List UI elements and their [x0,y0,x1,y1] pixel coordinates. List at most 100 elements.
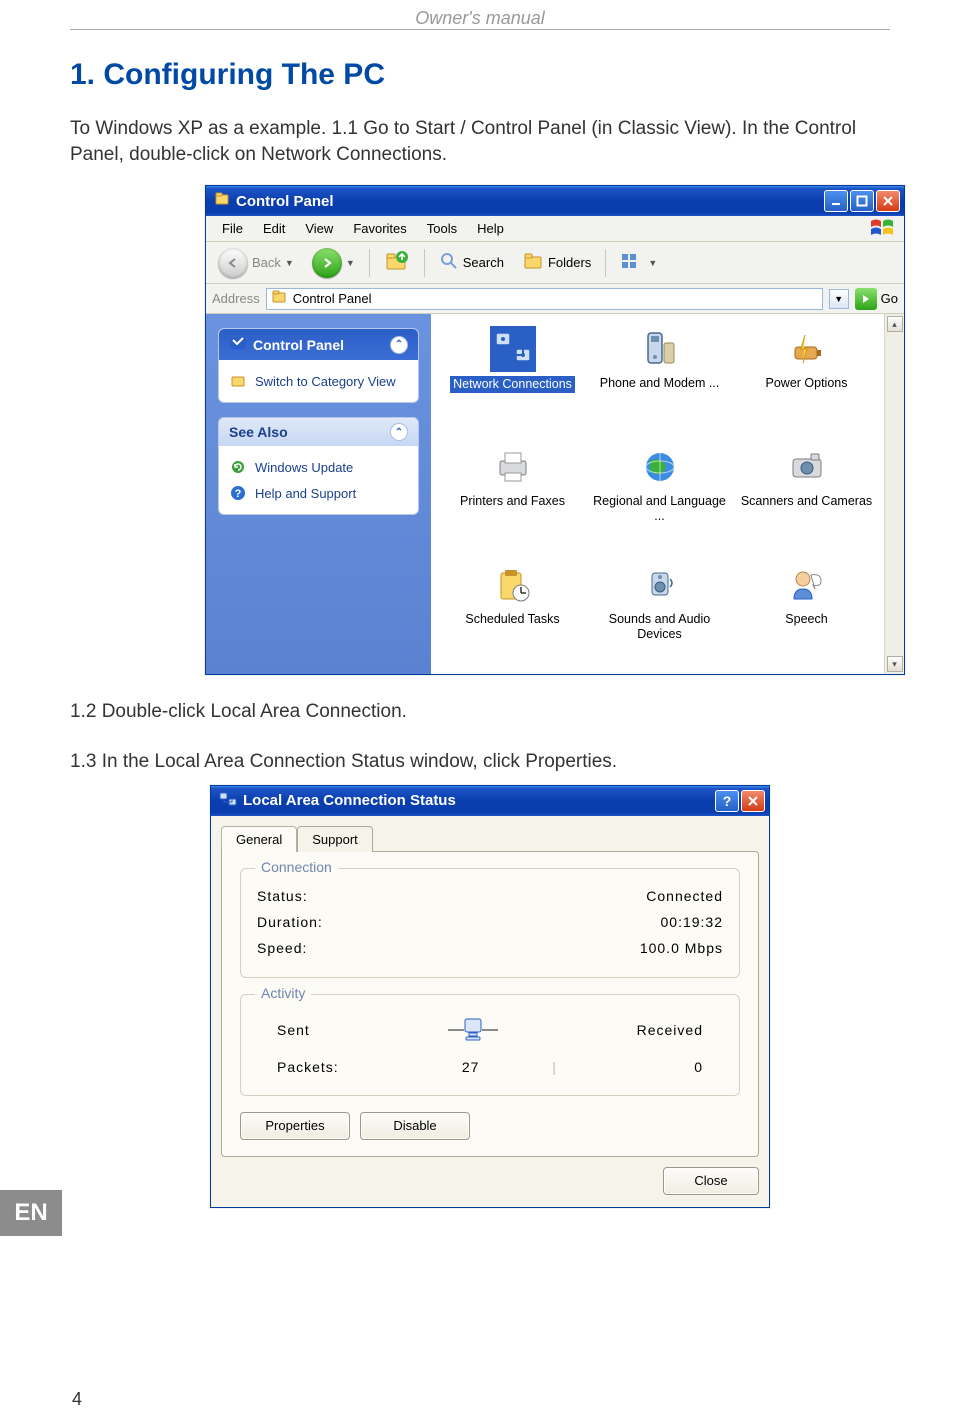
section-heading: 1. Configuring The PC [70,58,890,92]
help-support-link[interactable]: ? Help and Support [229,480,408,506]
tab-general[interactable]: General [221,826,297,852]
camera-icon [784,444,830,490]
cp-item-label: Scanners and Cameras [741,494,872,509]
minimize-button[interactable] [824,190,848,212]
collapse-icon[interactable]: ⌃ [390,423,408,441]
toolbar-separator [424,249,425,277]
header-title: Owner's manual [415,8,545,28]
sound-icon [637,562,683,608]
back-button[interactable]: Back ▼ [212,245,300,281]
cp-item-speech[interactable]: Speech [733,558,880,674]
cp-item-phone[interactable]: Phone and Modem ... [586,322,733,440]
menu-view[interactable]: View [295,219,343,238]
cp-item-printer[interactable]: Printers and Faxes [439,440,586,558]
printer-icon [490,444,536,490]
chevron-down-icon: ▼ [346,258,355,268]
folders-label: Folders [548,255,591,270]
svg-text:?: ? [235,488,242,500]
switch-view-label: Switch to Category View [255,374,396,389]
switch-view-icon [229,372,247,390]
cp-item-sound[interactable]: Sounds and Audio Devices [586,558,733,674]
tab-support[interactable]: Support [297,826,373,852]
go-button[interactable]: Go [855,288,898,310]
menu-file[interactable]: File [212,219,253,238]
views-icon [620,251,644,274]
sidebar-header-see-also[interactable]: See Also ⌃ [219,418,418,446]
control-panel-icon [271,289,287,308]
search-button[interactable]: Search [433,248,510,277]
up-button[interactable] [378,246,416,279]
packets-sent: 27 [406,1059,535,1075]
help-button[interactable]: ? [715,790,739,812]
menu-favorites[interactable]: Favorites [343,219,416,238]
step-1-2: 1.2 Double-click Local Area Connection. [70,699,960,725]
close-button[interactable] [876,190,900,212]
lac-status-window: Local Area Connection Status ? General S… [210,785,770,1208]
tab-panel-general: Connection Status: Connected Duration: 0… [221,851,759,1157]
cp-item-tasks[interactable]: Scheduled Tasks [439,558,586,674]
window-titlebar[interactable]: Control Panel [206,186,904,216]
forward-icon [312,248,342,278]
step-1-3: 1.3 In the Local Area Connection Status … [70,749,960,775]
scrollbar[interactable]: ▴ ▾ [884,314,904,674]
sidebar-panel1-title: Control Panel [253,337,344,353]
speed-key: Speed: [257,940,307,956]
search-label: Search [463,255,504,270]
menu-bar: File Edit View Favorites Tools Help [206,216,904,242]
cp-item-label: Speech [785,612,827,627]
phone-icon [637,326,683,372]
disable-button[interactable]: Disable [360,1112,470,1140]
control-panel-window: Control Panel File Edit View Favorites T… [205,185,905,675]
maximize-button[interactable] [850,190,874,212]
close-dialog-button[interactable]: Close [663,1167,759,1195]
sidebar-header-control-panel[interactable]: Control Panel ⌃ [219,329,418,360]
menu-help[interactable]: Help [467,219,514,238]
address-value: Control Panel [293,291,372,306]
packets-key: Packets: [277,1059,406,1075]
cp-item-globe[interactable]: Regional and Language ... [586,440,733,558]
menu-tools[interactable]: Tools [417,219,467,238]
properties-button[interactable]: Properties [240,1112,350,1140]
scroll-down-icon[interactable]: ▾ [887,656,903,672]
page-number: 4 [72,1389,82,1410]
cp-item-label: Printers and Faxes [460,494,565,509]
go-label: Go [881,291,898,306]
windows-update-link[interactable]: Windows Update [229,454,408,480]
windows-flag-icon [866,217,900,239]
windows-update-label: Windows Update [255,460,353,475]
chevron-down-icon: ▼ [285,258,294,268]
tabs: General Support [221,826,759,852]
address-dropdown[interactable]: ▼ [829,289,849,309]
packets-received: 0 [574,1059,703,1075]
folders-button[interactable]: Folders [516,248,597,277]
views-button[interactable]: ▼ [614,248,663,277]
cp-item-power[interactable]: Power Options [733,322,880,440]
intro-text: To Windows XP as a example. 1.1 Go to St… [70,116,890,167]
tasks-icon [490,562,536,608]
cp-item-camera[interactable]: Scanners and Cameras [733,440,880,558]
cp-item-network[interactable]: Network Connections [439,322,586,440]
cp-item-label: Power Options [766,376,848,391]
speech-icon [784,562,830,608]
help-support-label: Help and Support [255,486,356,501]
address-input[interactable]: Control Panel [266,288,823,310]
cp-item-label: Network Connections [450,376,575,393]
switch-category-view-link[interactable]: Switch to Category View [229,368,408,394]
chevron-down-icon: ▼ [648,258,657,268]
window-titlebar[interactable]: Local Area Connection Status ? [211,786,769,816]
window-title: Control Panel [236,193,334,210]
forward-button[interactable]: ▼ [306,245,361,281]
connection-group: Connection Status: Connected Duration: 0… [240,868,740,978]
duration-key: Duration: [257,914,323,930]
page-header: Owner's manual [70,0,890,30]
scroll-up-icon[interactable]: ▴ [887,316,903,332]
collapse-icon[interactable]: ⌃ [390,336,408,354]
folder-up-icon [384,249,410,276]
icon-grid-area: Network Connections Phone and Modem ... Po… [431,314,904,674]
go-icon [855,288,877,310]
lac-title: Local Area Connection Status [243,792,456,809]
menu-edit[interactable]: Edit [253,219,295,238]
windows-update-icon [229,458,247,476]
close-button[interactable] [741,790,765,812]
sidebar-panel-see-also: See Also ⌃ Windows Update ? [218,417,419,515]
